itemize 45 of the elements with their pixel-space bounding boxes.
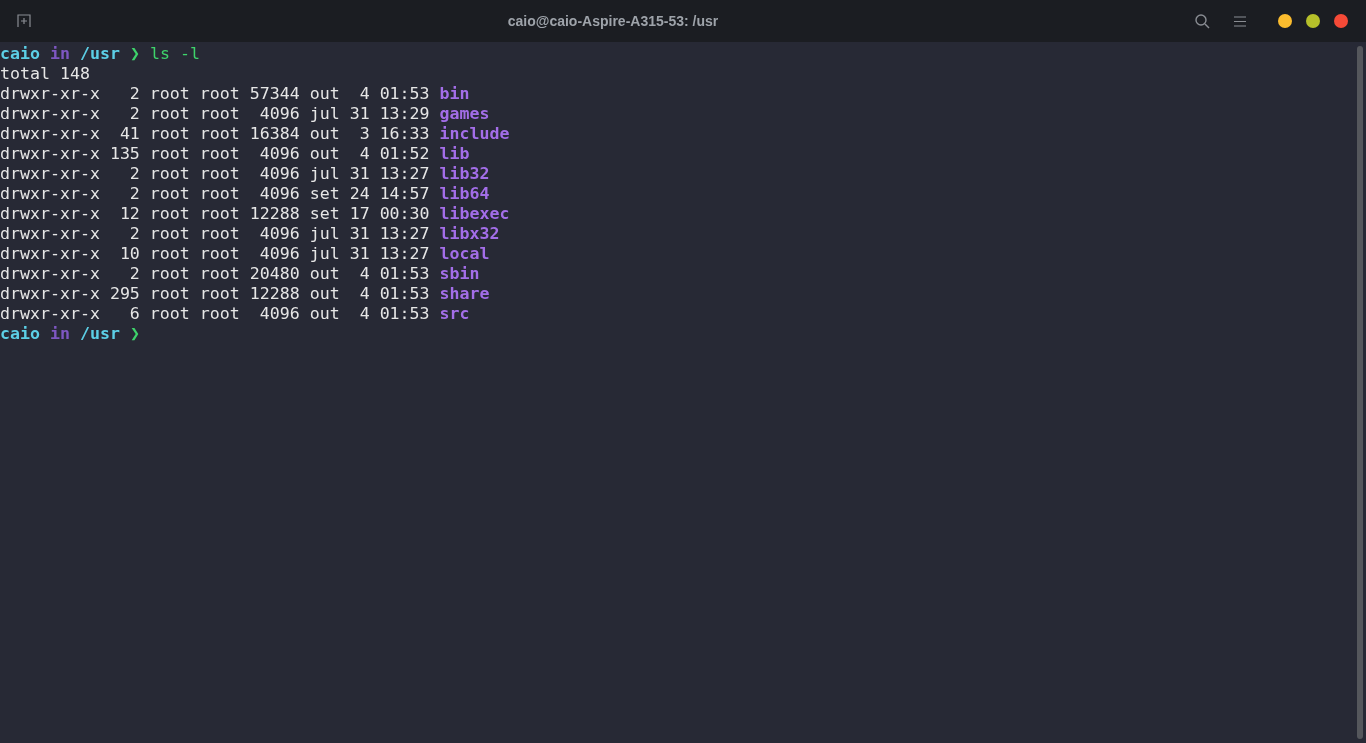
directory-name: libx32	[439, 224, 500, 244]
directory-name: libexec	[439, 204, 510, 224]
listing-details: drwxr-xr-x 2 root root 20480 out 4 01:53	[0, 264, 430, 284]
directory-name: lib32	[439, 164, 490, 184]
directory-name: src	[439, 304, 470, 324]
listing-details: drwxr-xr-x 295 root root 12288 out 4 01:53	[0, 284, 430, 304]
directory-name: sbin	[439, 264, 480, 284]
listing-details: drwxr-xr-x 2 root root 4096 jul 31 13:29	[0, 104, 430, 124]
output-text: total 148	[0, 64, 90, 84]
listing-details: drwxr-xr-x 6 root root 4096 out 4 01:53	[0, 304, 430, 324]
new-tab-icon	[17, 14, 31, 28]
listing-details: drwxr-xr-x 10 root root 4096 jul 31 13:27	[0, 244, 430, 264]
listing-details: drwxr-xr-x 2 root root 4096 set 24 14:57	[0, 184, 430, 204]
window-title: caio@caio-Aspire-A315-53: /usr	[507, 11, 719, 31]
search-icon	[1194, 13, 1210, 29]
listing-details: drwxr-xr-x 2 root root 57344 out 4 01:53	[0, 84, 430, 104]
prompt-user: caio	[0, 44, 40, 64]
directory-name: share	[439, 284, 490, 304]
search-button[interactable]	[1194, 13, 1210, 29]
command-text: ls -l	[149, 44, 200, 64]
maximize-button[interactable]	[1306, 14, 1320, 28]
listing-details: drwxr-xr-x 2 root root 4096 jul 31 13:27	[0, 164, 430, 184]
directory-name: bin	[439, 84, 470, 104]
prompt-word: in	[49, 324, 70, 344]
directory-name: games	[439, 104, 490, 124]
prompt-path: /usr	[79, 44, 120, 64]
new-tab-button[interactable]	[16, 13, 32, 29]
prompt-symbol: ❯	[129, 324, 140, 344]
scrollbar-thumb[interactable]	[1357, 46, 1363, 739]
prompt-user: caio	[0, 324, 40, 344]
directory-name: lib64	[439, 184, 490, 204]
listing-details: drwxr-xr-x 135 root root 4096 out 4 01:52	[0, 144, 430, 164]
directory-name: include	[439, 124, 510, 144]
prompt-path: /usr	[79, 324, 120, 344]
listing-details: drwxr-xr-x 41 root root 16384 out 3 16:33	[0, 124, 430, 144]
directory-name: local	[439, 244, 490, 264]
close-button[interactable]	[1334, 14, 1348, 28]
listing-details: drwxr-xr-x 12 root root 12288 set 17 00:30	[0, 204, 430, 224]
directory-name: lib	[439, 144, 470, 164]
prompt-symbol: ❯	[129, 44, 140, 64]
listing-details: drwxr-xr-x 2 root root 4096 jul 31 13:27	[0, 224, 430, 244]
prompt-word: in	[49, 44, 70, 64]
menu-icon	[1234, 15, 1246, 27]
menu-button[interactable]	[1232, 13, 1248, 29]
minimize-button[interactable]	[1278, 14, 1292, 28]
